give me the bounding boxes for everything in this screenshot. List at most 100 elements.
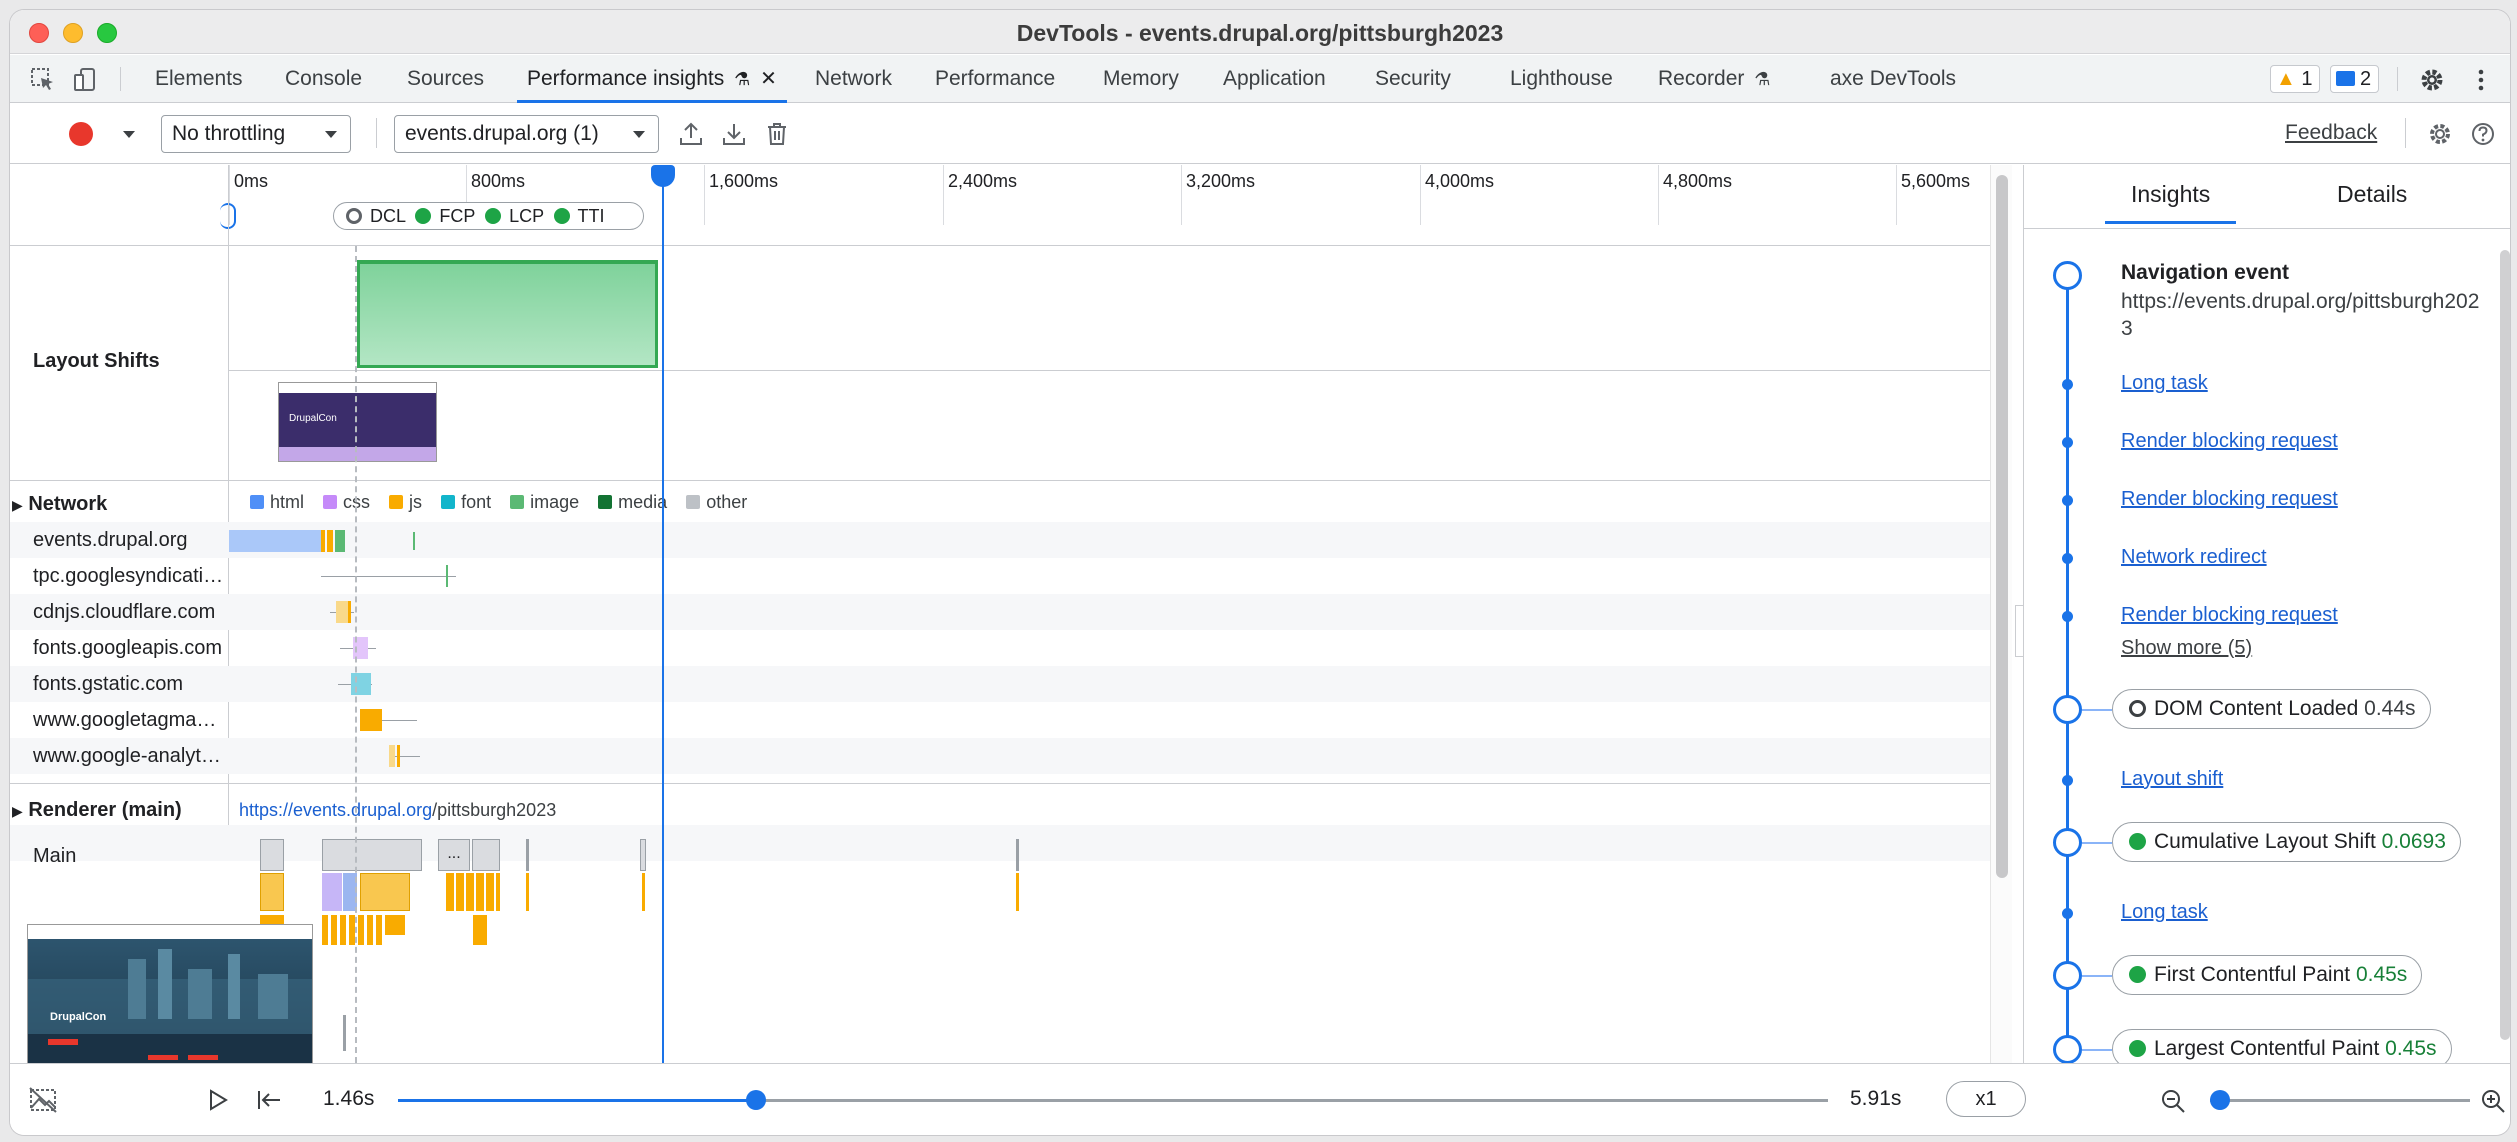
zoom-slider-handle[interactable] (2210, 1090, 2231, 1110)
tab-console[interactable]: Console (285, 55, 362, 102)
task-block[interactable] (640, 839, 646, 871)
tab-sources[interactable]: Sources (407, 55, 484, 102)
show-more-link[interactable]: Show more (5) (2121, 637, 2252, 660)
script-block[interactable] (526, 873, 529, 911)
tab-insights[interactable]: Insights (2104, 181, 2237, 224)
tab-elements[interactable]: Elements (155, 55, 243, 102)
network-row-label[interactable]: tpc.googlesyndicati… (33, 565, 223, 588)
task-block[interactable] (1016, 839, 1019, 871)
timeline-scrollbar-thumb[interactable] (1996, 175, 2008, 878)
tab-lighthouse[interactable]: Lighthouse (1510, 55, 1613, 102)
time-ruler[interactable]: 0ms 800ms 1,600ms 2,400ms 3,200ms 4,000m… (10, 165, 2012, 246)
task-block[interactable] (322, 839, 422, 871)
network-row-label[interactable]: events.drupal.org (33, 529, 188, 552)
import-icon[interactable] (721, 121, 747, 147)
insights-scrollbar-thumb[interactable] (2500, 250, 2510, 1040)
network-request-bar[interactable] (360, 709, 382, 731)
render-blocking-request-link[interactable]: Render blocking request (2121, 430, 2338, 453)
task-block[interactable] (472, 839, 500, 871)
layout-shift-cluster[interactable] (357, 260, 658, 368)
network-row-label[interactable]: cdnjs.cloudflare.com (33, 601, 215, 624)
device-toolbar-icon[interactable] (72, 67, 98, 93)
network-track-label[interactable]: ▶ Network (12, 493, 107, 516)
script-block[interactable] (385, 915, 405, 935)
parse-block[interactable] (322, 873, 342, 911)
tab-performance[interactable]: Performance (935, 55, 1055, 102)
network-row-label[interactable]: www.google-analyt… (33, 745, 221, 768)
task-block[interactable] (343, 1015, 346, 1051)
tab-performance-insights[interactable]: Performance insights ⚗ ✕ (517, 55, 787, 103)
script-block[interactable] (360, 873, 410, 911)
tab-security[interactable]: Security (1375, 55, 1451, 102)
network-request-bar[interactable] (397, 745, 400, 767)
more-options-icon[interactable] (2468, 67, 2494, 93)
network-redirect-link[interactable]: Network redirect (2121, 546, 2267, 569)
network-request-bar[interactable] (389, 745, 395, 767)
dom-content-loaded-pill[interactable]: DOM Content Loaded 0.44s (2112, 689, 2431, 729)
warnings-badge[interactable]: ▲ 1 (2270, 65, 2321, 93)
tab-memory[interactable]: Memory (1103, 55, 1179, 102)
timeline-pane[interactable]: 0ms 800ms 1,600ms 2,400ms 3,200ms 4,000m… (10, 165, 2012, 1063)
export-icon[interactable] (678, 121, 704, 147)
script-block[interactable] (446, 873, 500, 911)
inspect-element-icon[interactable] (30, 67, 56, 93)
task-block[interactable] (526, 839, 529, 871)
zoom-in-icon[interactable] (2480, 1088, 2506, 1114)
script-block[interactable] (260, 873, 284, 911)
playback-speed-button[interactable]: x1 (1946, 1081, 2026, 1117)
render-blocking-request-link[interactable]: Render blocking request (2121, 488, 2338, 511)
script-block[interactable] (642, 873, 645, 911)
network-row-label[interactable]: fonts.googleapis.com (33, 637, 222, 660)
script-block[interactable] (322, 915, 382, 945)
help-icon[interactable] (2470, 121, 2496, 147)
network-request-bar[interactable] (413, 532, 415, 550)
network-request-bar[interactable] (336, 601, 348, 623)
milestones-pill[interactable]: DCL FCP LCP TTI (333, 202, 644, 230)
ruler-tick: 4,000ms (1420, 165, 1494, 225)
layout-shift-link[interactable]: Layout shift (2121, 768, 2223, 791)
trash-icon[interactable] (764, 121, 790, 147)
recording-select[interactable]: events.drupal.org (1) (394, 115, 659, 153)
tab-axe-devtools[interactable]: axe DevTools (1830, 55, 1956, 102)
renderer-track-label[interactable]: ▶ Renderer (main) (12, 799, 182, 822)
render-blocking-request-link[interactable]: Render blocking request (2121, 604, 2338, 627)
network-request-bar[interactable] (351, 673, 371, 695)
settings-gear-icon[interactable] (2427, 121, 2453, 147)
screenshots-off-icon[interactable] (28, 1086, 58, 1114)
network-request-bar[interactable] (348, 601, 351, 623)
network-row-label[interactable]: fonts.gstatic.com (33, 673, 183, 696)
throttling-select[interactable]: No throttling (161, 115, 351, 153)
script-block[interactable] (473, 915, 487, 945)
network-request-bar[interactable] (335, 530, 345, 552)
close-tab-icon[interactable]: ✕ (760, 68, 777, 90)
long-task-link[interactable]: Long task (2121, 372, 2208, 395)
script-block[interactable] (1016, 873, 1019, 911)
task-block[interactable] (260, 839, 284, 871)
zoom-slider-track[interactable] (2210, 1099, 2470, 1102)
tab-application[interactable]: Application (1223, 55, 1326, 102)
tab-recorder[interactable]: Recorder ⚗ (1658, 55, 1770, 102)
page-screenshot-thumbnail[interactable]: DrupalCon (27, 924, 313, 1063)
collapsed-task-block[interactable]: ... (438, 839, 470, 871)
play-icon[interactable] (206, 1088, 230, 1112)
cumulative-layout-shift-pill[interactable]: Cumulative Layout Shift 0.0693 (2112, 822, 2461, 862)
network-request-bar[interactable] (229, 530, 321, 552)
gear-icon[interactable] (2419, 67, 2445, 93)
feedback-link[interactable]: Feedback (2285, 121, 2377, 145)
layout-shift-screenshot[interactable]: DrupalCon (278, 382, 437, 462)
tab-network[interactable]: Network (815, 55, 892, 102)
network-request-bar[interactable] (327, 530, 333, 552)
tab-details[interactable]: Details (2337, 181, 2407, 208)
first-contentful-paint-pill[interactable]: First Contentful Paint 0.45s (2112, 955, 2423, 995)
playback-slider-handle[interactable] (745, 1090, 766, 1110)
record-options-chevron-down-icon[interactable] (123, 131, 135, 138)
messages-badge[interactable]: 2 (2330, 65, 2380, 93)
network-request-bar[interactable] (321, 530, 325, 552)
jump-to-start-icon[interactable] (256, 1088, 282, 1112)
network-row-label[interactable]: www.googletagma… (33, 709, 216, 732)
zoom-out-icon[interactable] (2160, 1088, 2186, 1114)
long-task-link[interactable]: Long task (2121, 901, 2208, 924)
record-button[interactable] (69, 122, 93, 146)
network-request-bar[interactable] (446, 565, 448, 587)
tab-performance-insights-label: Performance insights (527, 67, 725, 90)
